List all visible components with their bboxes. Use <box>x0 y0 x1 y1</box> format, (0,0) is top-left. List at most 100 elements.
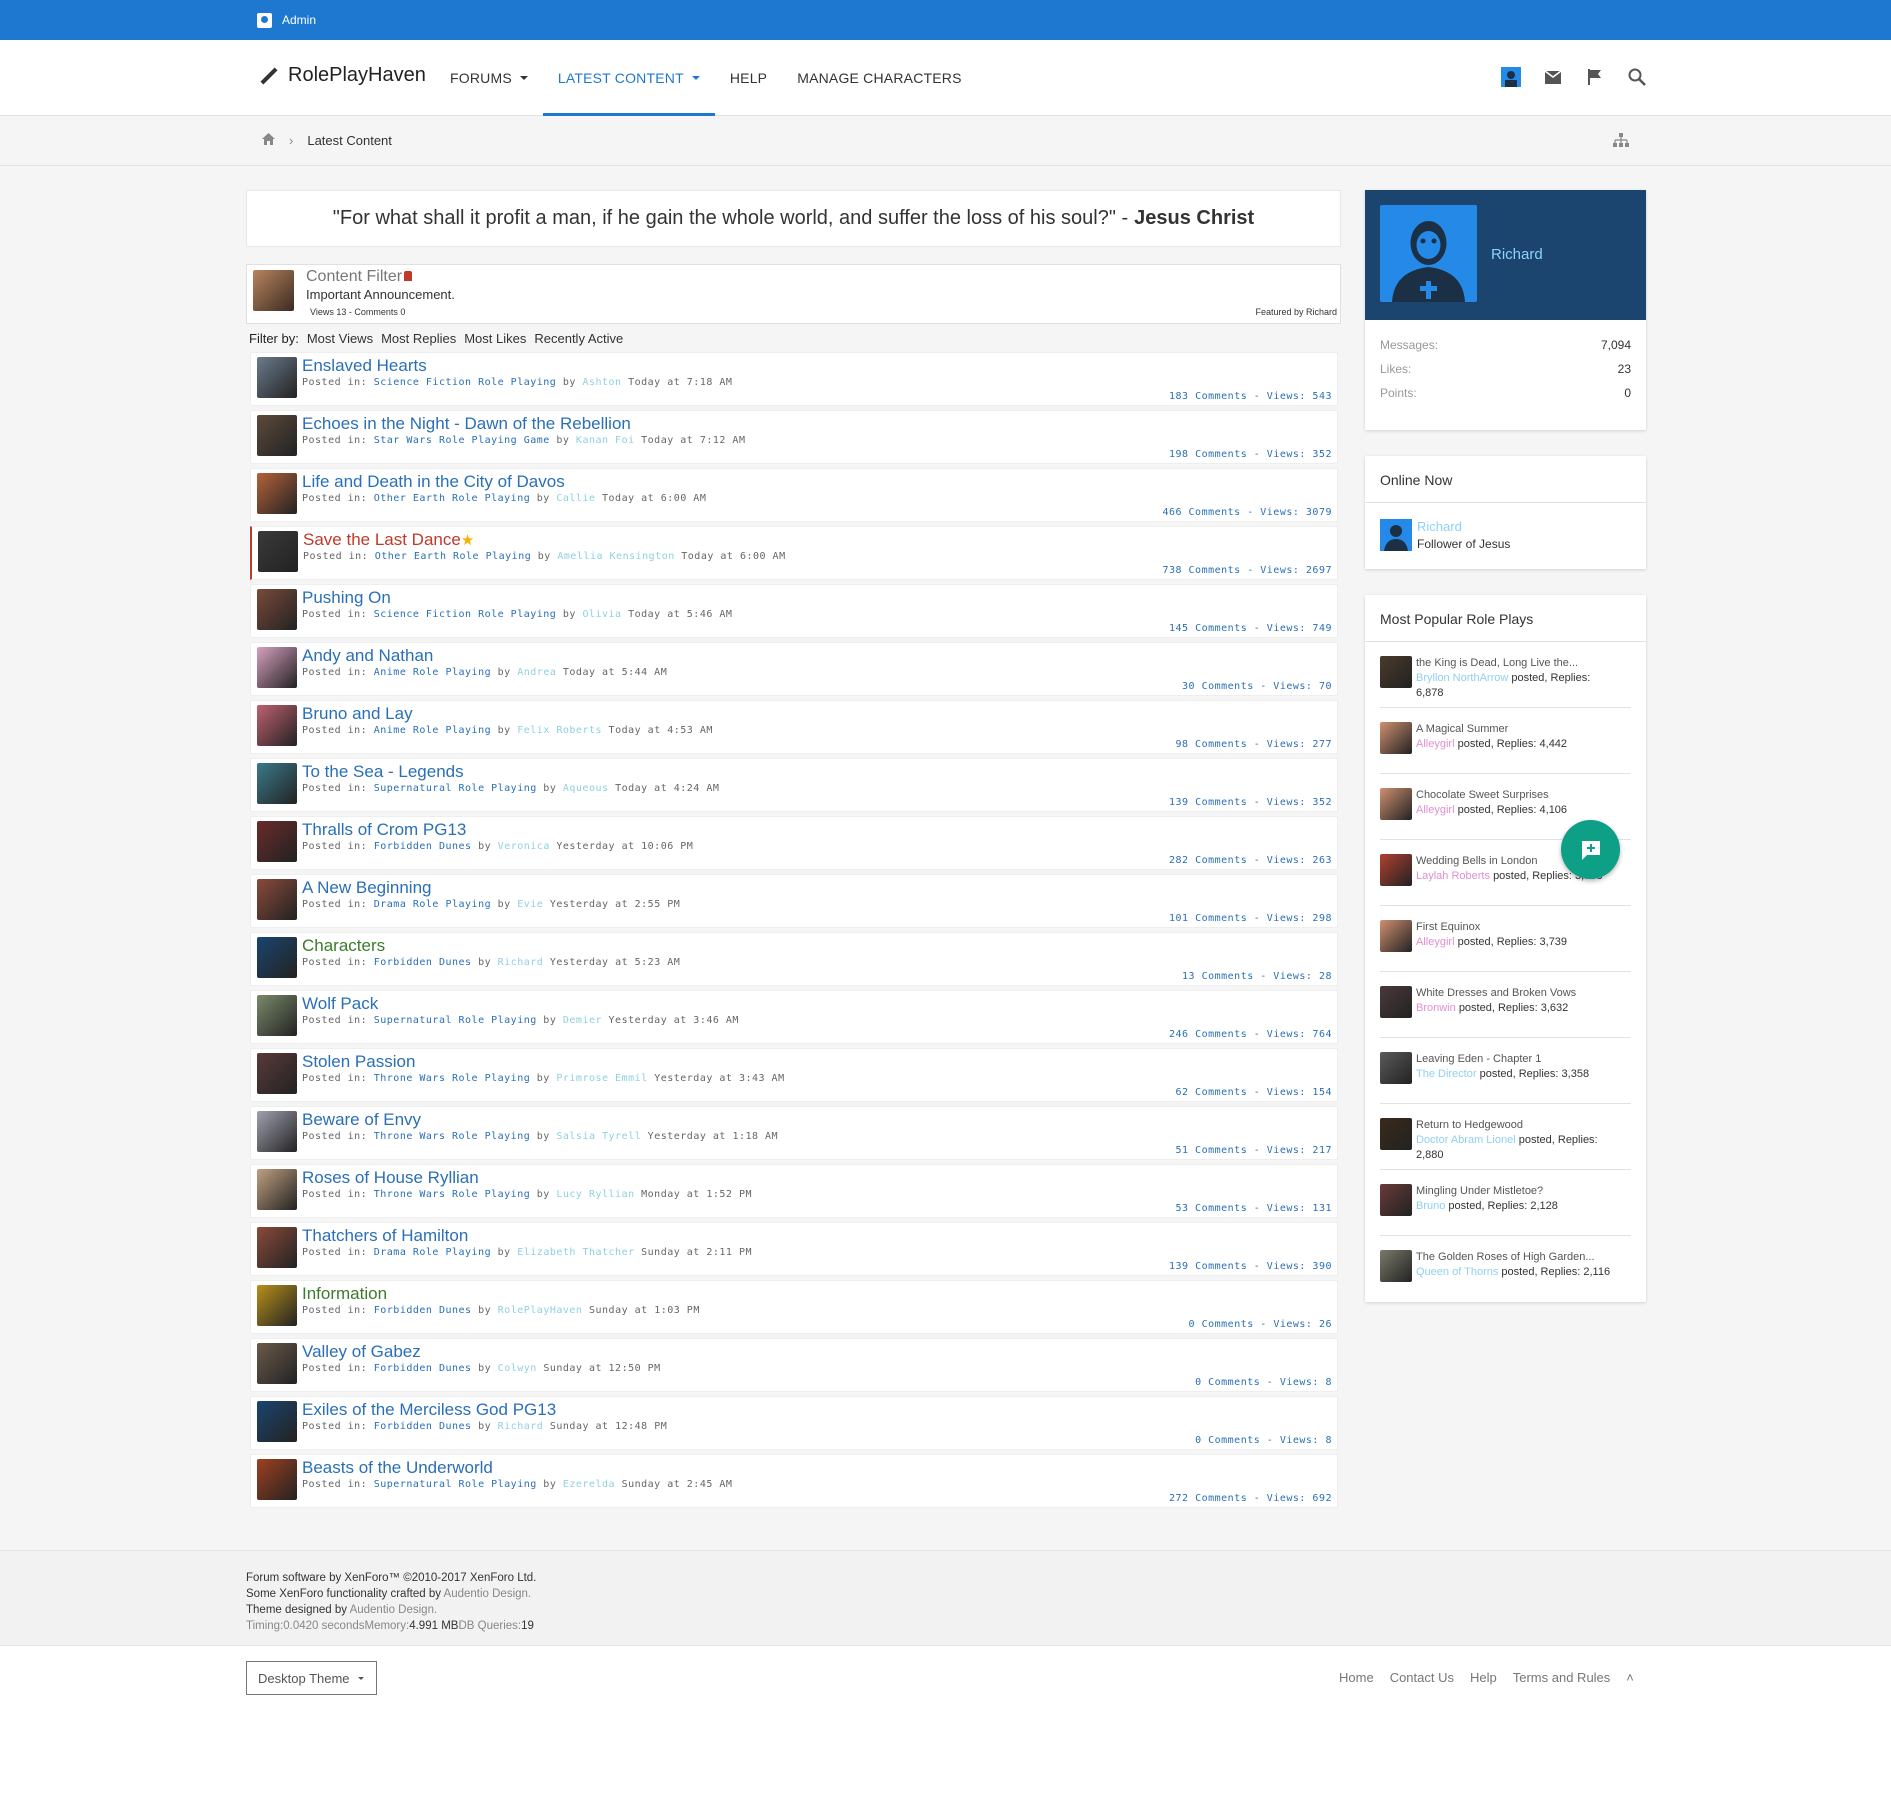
thread-forum-link[interactable]: Drama Role Playing <box>374 899 491 910</box>
thread-author-link[interactable]: Lucy Ryllian <box>556 1189 634 1200</box>
online-user-name[interactable]: Richard <box>1417 519 1462 534</box>
thread-author-link[interactable]: Elizabeth Thatcher <box>517 1247 634 1258</box>
popular-user[interactable]: Doctor Abram Lionel <box>1416 1134 1516 1146</box>
thread-row[interactable]: Enslaved Hearts Posted in: Science Fictio… <box>250 352 1338 406</box>
thread-author-link[interactable]: Amellia Kensington <box>557 551 674 562</box>
search-icon[interactable] <box>1626 66 1648 88</box>
thread-author-link[interactable]: Felix Roberts <box>517 725 602 736</box>
footer-link-contact-us[interactable]: Contact Us <box>1390 1670 1454 1685</box>
thread-title[interactable]: Enslaved Hearts <box>302 356 427 376</box>
popular-avatar[interactable] <box>1380 986 1412 1018</box>
thread-avatar[interactable] <box>257 705 297 746</box>
thread-avatar[interactable] <box>257 1285 297 1326</box>
thread-avatar[interactable] <box>257 1459 297 1500</box>
featured-avatar[interactable] <box>253 270 294 311</box>
thread-title[interactable]: To the Sea - Legends <box>302 762 464 782</box>
thread-forum-link[interactable]: Supernatural Role Playing <box>374 1015 537 1026</box>
thread-title[interactable]: Pushing On <box>302 588 391 608</box>
thread-forum-link[interactable]: Other Earth Role Playing <box>374 493 531 504</box>
thread-author-link[interactable]: Ezerelda <box>563 1479 615 1490</box>
user-avatar-icon[interactable] <box>1500 66 1522 88</box>
thread-title[interactable]: Wolf Pack <box>302 994 378 1014</box>
popular-user[interactable]: The Director <box>1416 1068 1477 1080</box>
thread-forum-link[interactable]: Throne Wars Role Playing <box>374 1073 531 1084</box>
thread-avatar[interactable] <box>257 1111 297 1152</box>
thread-title[interactable]: Roses of House Ryllian <box>302 1168 479 1188</box>
theme-selector-button[interactable]: Desktop Theme <box>246 1661 377 1695</box>
thread-author-link[interactable]: RolePlayHaven <box>498 1305 583 1316</box>
popular-title[interactable]: First Equinox <box>1416 920 1616 935</box>
popular-user[interactable]: Queen of Thorns <box>1416 1266 1498 1278</box>
filter-recently-active[interactable]: Recently Active <box>534 331 623 346</box>
popular-user[interactable]: Bronwin <box>1416 1002 1456 1014</box>
thread-author-link[interactable]: Kanan Foi <box>576 435 635 446</box>
thread-title[interactable]: Andy and Nathan <box>302 646 433 666</box>
nav-manage-characters[interactable]: MANAGE CHARACTERS <box>782 40 976 116</box>
thread-row[interactable]: Roses of House Ryllian Posted in: Throne … <box>250 1164 1338 1218</box>
thread-author-link[interactable]: Ashton <box>582 377 621 388</box>
thread-row[interactable]: Pushing On Posted in: Science Fiction Rol… <box>250 584 1338 638</box>
popular-item[interactable]: First Equinox Alleygirl posted, Replies: … <box>1380 906 1631 972</box>
site-logo[interactable]: RolePlayHaven <box>260 64 426 87</box>
thread-avatar[interactable] <box>257 589 297 630</box>
thread-forum-link[interactable]: Forbidden Dunes <box>374 1421 472 1432</box>
scroll-top-icon[interactable]: ˄ <box>1626 1670 1634 1685</box>
thread-avatar[interactable] <box>257 821 297 862</box>
thread-avatar[interactable] <box>257 995 297 1036</box>
thread-author-link[interactable]: Primrose Emmil <box>556 1073 647 1084</box>
filter-most-likes[interactable]: Most Likes <box>464 331 526 346</box>
popular-item[interactable]: A Magical Summer Alleygirl posted, Replie… <box>1380 708 1631 774</box>
thread-row[interactable]: Characters Posted in: Forbidden Dunes by … <box>250 932 1338 986</box>
thread-title[interactable]: Characters <box>302 936 385 956</box>
thread-avatar[interactable] <box>258 531 298 572</box>
audentio-link-2[interactable]: Audentio Design. <box>350 1604 438 1616</box>
thread-author-link[interactable]: Callie <box>556 493 595 504</box>
popular-avatar[interactable] <box>1380 656 1412 688</box>
thread-forum-link[interactable]: Forbidden Dunes <box>374 1363 472 1374</box>
thread-author-link[interactable]: Andrea <box>517 667 556 678</box>
popular-item[interactable]: Return to Hedgewood Doctor Abram Lionel p… <box>1380 1104 1631 1170</box>
audentio-link-1[interactable]: Audentio Design. <box>444 1588 532 1600</box>
popular-user[interactable]: Laylah Roberts <box>1416 870 1490 882</box>
thread-row[interactable]: Valley of Gabez Posted in: Forbidden Dune… <box>250 1338 1338 1392</box>
popular-avatar[interactable] <box>1380 1052 1412 1084</box>
nav-forums[interactable]: FORUMS <box>435 40 543 116</box>
thread-row[interactable]: Thatchers of Hamilton Posted in: Drama Ro… <box>250 1222 1338 1276</box>
popular-avatar[interactable] <box>1380 788 1412 820</box>
nav-latest-content[interactable]: LATEST CONTENT <box>542 40 715 116</box>
thread-avatar[interactable] <box>257 1343 297 1384</box>
thread-author-link[interactable]: Richard <box>498 957 544 968</box>
profile-avatar[interactable] <box>1380 205 1477 302</box>
popular-user[interactable]: Alleygirl <box>1416 804 1455 816</box>
thread-author-link[interactable]: Evie <box>517 899 543 910</box>
flag-icon[interactable] <box>1584 66 1606 88</box>
thread-row[interactable]: Save the Last Dance★ Posted in: Other Ear… <box>250 526 1338 580</box>
thread-forum-link[interactable]: Supernatural Role Playing <box>374 783 537 794</box>
popular-avatar[interactable] <box>1380 920 1412 952</box>
thread-forum-link[interactable]: Anime Role Playing <box>374 725 491 736</box>
thread-forum-link[interactable]: Science Fiction Role Playing <box>374 609 557 620</box>
thread-title[interactable]: Save the Last Dance★ <box>303 530 474 550</box>
thread-row[interactable]: To the Sea - Legends Posted in: Supernatu… <box>250 758 1338 812</box>
popular-item[interactable]: White Dresses and Broken Vows Bronwin pos… <box>1380 972 1631 1038</box>
thread-title[interactable]: A New Beginning <box>302 878 431 898</box>
thread-author-link[interactable]: Olivia <box>582 609 621 620</box>
filter-most-replies[interactable]: Most Replies <box>381 331 456 346</box>
thread-author-link[interactable]: Veronica <box>498 841 550 852</box>
popular-user[interactable]: Alleygirl <box>1416 936 1455 948</box>
thread-row[interactable]: Beasts of the Underworld Posted in: Super… <box>250 1454 1338 1508</box>
thread-row[interactable]: A New Beginning Posted in: Drama Role Pla… <box>250 874 1338 928</box>
thread-avatar[interactable] <box>257 1053 297 1094</box>
thread-avatar[interactable] <box>257 937 297 978</box>
nav-help[interactable]: HELP <box>715 40 782 116</box>
footer-link-home[interactable]: Home <box>1339 1670 1374 1685</box>
thread-row[interactable]: Information Posted in: Forbidden Dunes by… <box>250 1280 1338 1334</box>
popular-avatar[interactable] <box>1380 722 1412 754</box>
thread-avatar[interactable] <box>257 879 297 920</box>
thread-avatar[interactable] <box>257 357 297 398</box>
popular-user[interactable]: Bryllon NorthArrow <box>1416 672 1508 684</box>
thread-author-link[interactable]: Demier <box>563 1015 602 1026</box>
popular-avatar[interactable] <box>1380 1250 1412 1282</box>
thread-title[interactable]: Thralls of Crom PG13 <box>302 820 466 840</box>
thread-row[interactable]: Beware of Envy Posted in: Throne Wars Rol… <box>250 1106 1338 1160</box>
